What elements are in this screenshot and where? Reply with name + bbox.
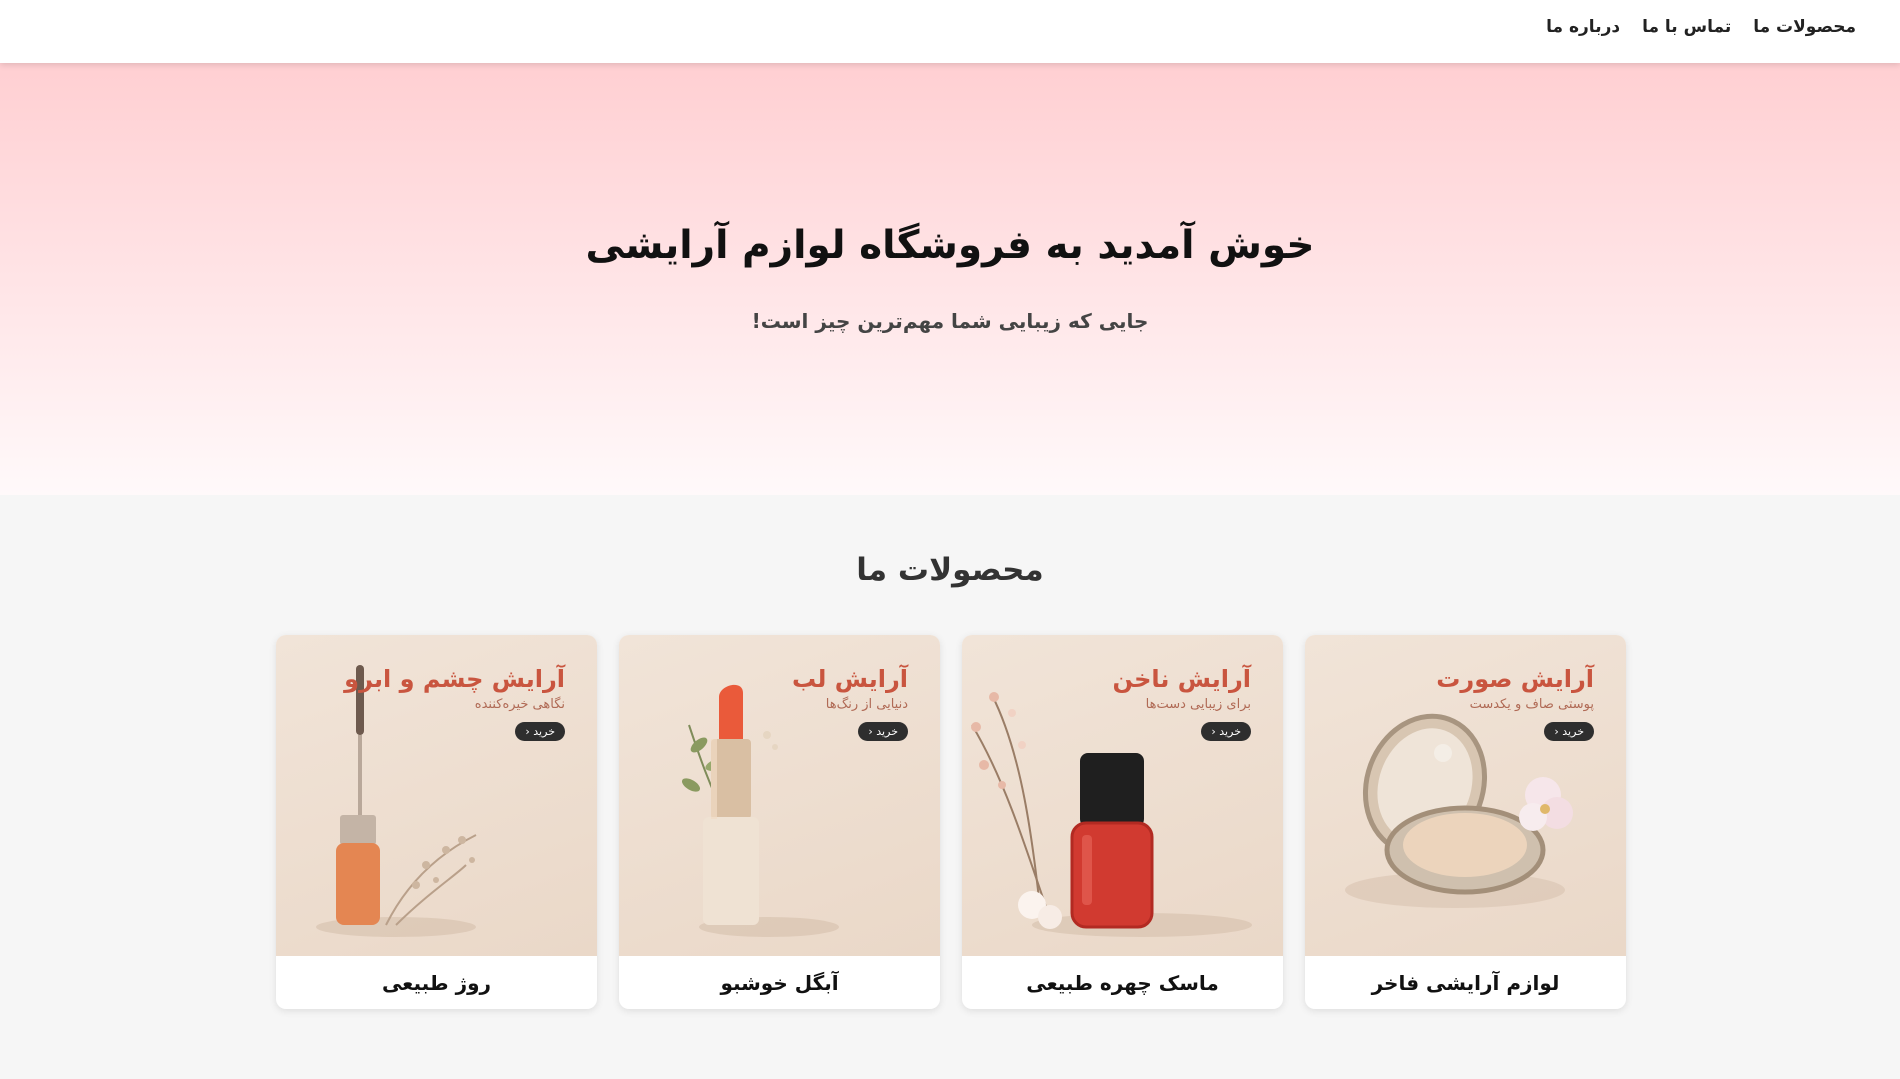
promo-subtitle: دنیایی از رنگ‌ها <box>825 697 908 712</box>
nav-link-about[interactable]: درباره ما <box>1546 17 1620 37</box>
product-promo: آرایش چشم و ابرو نگاهی خیره‌کننده خرید ‹ <box>344 665 565 741</box>
hero-section: خوش آمدید به فروشگاه لوازم آرایشی جایی ک… <box>0 63 1900 495</box>
buy-button[interactable]: خرید ‹ <box>1544 722 1594 741</box>
promo-title: آرایش لب <box>792 665 908 693</box>
product-promo: آرایش لب دنیایی از رنگ‌ها خرید ‹ <box>792 665 908 741</box>
main-nav: درباره ما تماس با ما محصولات ما <box>1546 17 1856 37</box>
promo-subtitle: پوستی صاف و یکدست <box>1469 697 1594 712</box>
product-name: آبگل خوشبو <box>720 970 839 995</box>
promo-title: آرایش ناخن <box>1112 665 1251 693</box>
product-image: آرایش لب دنیایی از رنگ‌ها خرید ‹ <box>619 635 940 956</box>
product-image: آرایش ناخن برای زیبایی دست‌ها خرید ‹ <box>962 635 1283 956</box>
product-name: ماسک چهره طبیعی <box>1026 970 1219 995</box>
nav-link-products[interactable]: محصولات ما <box>1753 17 1856 37</box>
nav-link-contact[interactable]: تماس با ما <box>1642 17 1731 37</box>
hero-subtitle: جایی که زیبایی شما مهم‌ترین چیز است! <box>751 309 1149 333</box>
product-grid: آرایش صورت پوستی صاف و یکدست خرید ‹ لواز… <box>276 635 1626 1009</box>
product-image: آرایش صورت پوستی صاف و یکدست خرید ‹ <box>1305 635 1626 956</box>
hero-title: خوش آمدید به فروشگاه لوازم آرایشی <box>585 223 1315 268</box>
product-image: آرایش چشم و ابرو نگاهی خیره‌کننده خرید ‹ <box>276 635 597 956</box>
buy-button[interactable]: خرید ‹ <box>1201 722 1251 741</box>
product-promo: آرایش صورت پوستی صاف و یکدست خرید ‹ <box>1436 665 1594 741</box>
product-name: لوازم آرایشی فاخر <box>1371 970 1560 995</box>
product-card[interactable]: آرایش صورت پوستی صاف و یکدست خرید ‹ لواز… <box>1305 635 1626 1009</box>
product-name: روژ طبیعی <box>381 970 492 995</box>
product-card[interactable]: آرایش ناخن برای زیبایی دست‌ها خرید ‹ ماس… <box>962 635 1283 1009</box>
products-title: محصولات ما <box>856 552 1044 588</box>
promo-title: آرایش صورت <box>1436 665 1594 693</box>
top-navbar: درباره ما تماس با ما محصولات ما <box>0 0 1900 63</box>
promo-title: آرایش چشم و ابرو <box>344 665 565 693</box>
product-card[interactable]: آرایش چشم و ابرو نگاهی خیره‌کننده خرید ‹… <box>276 635 597 1009</box>
product-card[interactable]: آرایش لب دنیایی از رنگ‌ها خرید ‹ آبگل خو… <box>619 635 940 1009</box>
buy-button[interactable]: خرید ‹ <box>858 722 908 741</box>
promo-subtitle: برای زیبایی دست‌ها <box>1145 697 1251 712</box>
promo-subtitle: نگاهی خیره‌کننده <box>474 697 565 712</box>
buy-button[interactable]: خرید ‹ <box>515 722 565 741</box>
product-promo: آرایش ناخن برای زیبایی دست‌ها خرید ‹ <box>1113 665 1251 741</box>
